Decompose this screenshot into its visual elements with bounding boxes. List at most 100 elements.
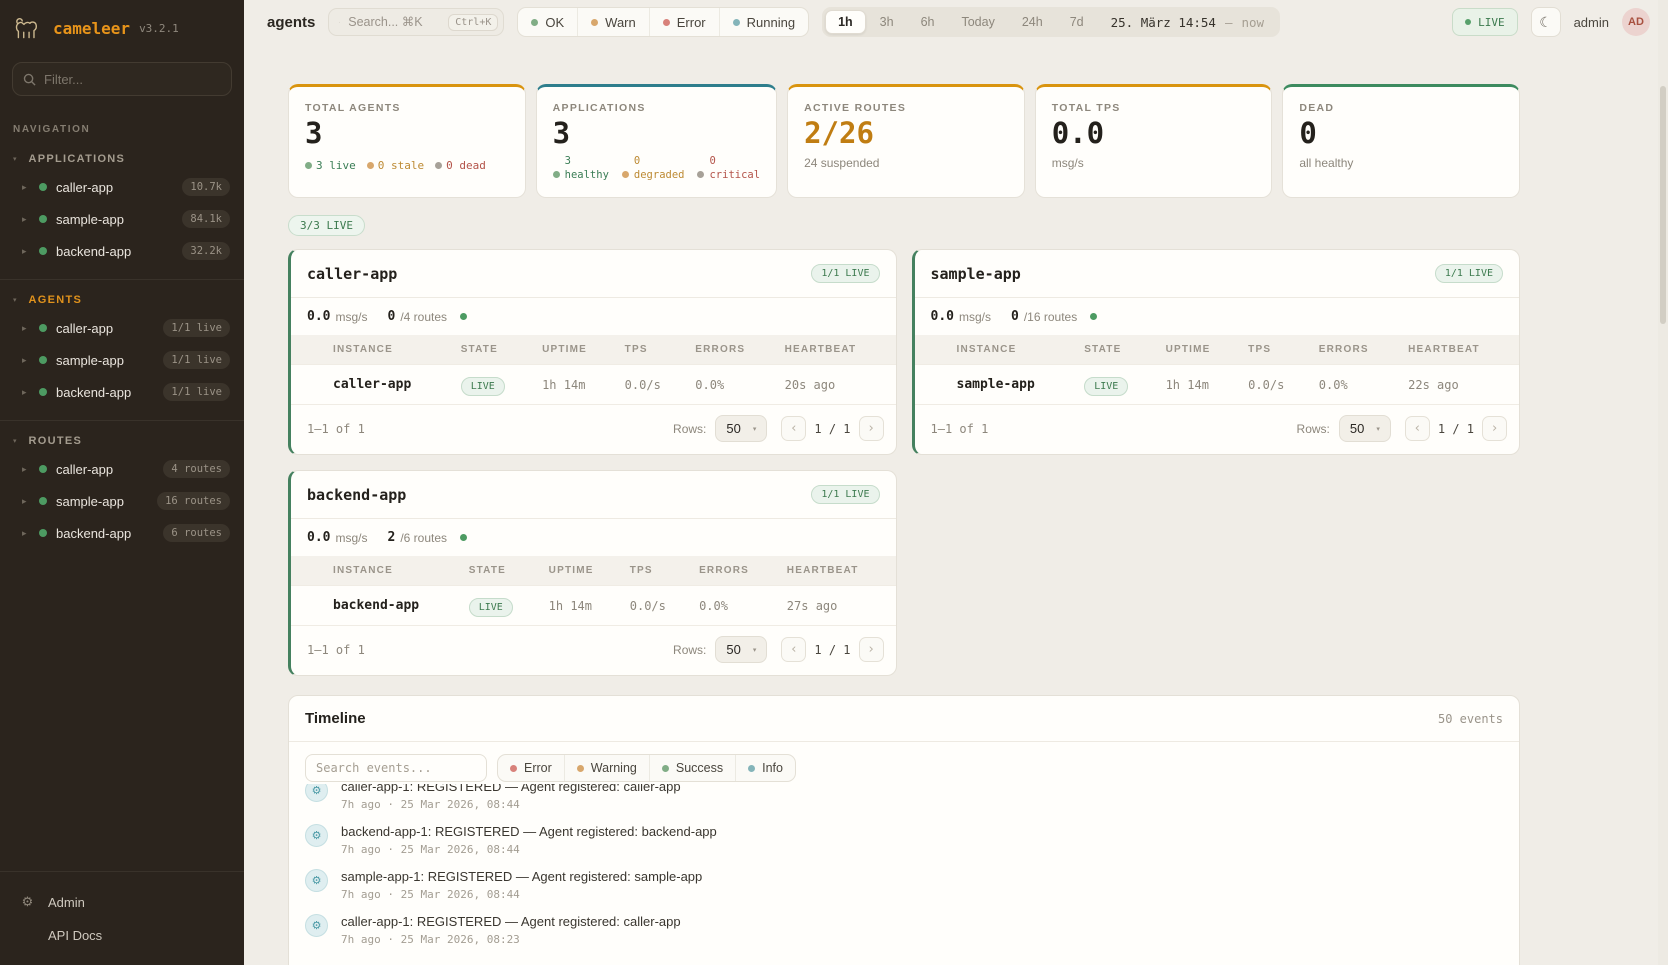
api-docs-label: API Docs [48,928,102,943]
col-instance: INSTANCE [325,335,453,365]
live-status-badge[interactable]: LIVE [1452,8,1518,36]
section-label: APPLICATIONS [29,153,126,165]
app-name: cameleer [53,19,130,38]
chevron-right-icon: ▸ [22,496,30,507]
main-area: agents Ctrl+K OK Warn Error Run [244,0,1668,965]
table-row[interactable]: caller-app LIVE 1h 14m 0.0/s 0.0% 20s ag… [291,365,896,405]
sidebar-section-routes: ▾ ROUTES ▸ caller-app 4 routes ▸ sample-… [0,420,244,557]
chevron-down-icon: ▾ [13,437,17,445]
live-dot-icon [1465,19,1471,25]
time-range-7d[interactable]: 7d [1057,10,1097,34]
breakdown-stale: 0 stale [378,159,424,172]
events-search-input[interactable] [305,754,487,782]
event-filter-info[interactable]: Info [735,755,795,781]
events-list[interactable]: ⚙ caller-app-1: REGISTERED — Agent regis… [289,784,1519,965]
filter-chip-error[interactable]: Error [649,8,719,36]
event-filter-warning[interactable]: Warning [564,755,649,781]
next-page-button[interactable]: › [859,416,884,441]
page-scrollbar[interactable] [1658,0,1668,965]
gear-icon: ⚙ [305,869,328,892]
time-range-1h[interactable]: 1h [825,10,866,34]
theme-toggle-button[interactable]: ☾ [1531,7,1561,37]
time-range-6h[interactable]: 6h [908,10,948,34]
tps-unit: msg/s [959,310,991,324]
sidebar-item-agents-backend-app[interactable]: ▸ backend-app 1/1 live [12,376,232,408]
sidebar-item-applications-backend-app[interactable]: ▸ backend-app 32.2k [12,235,232,267]
event-item[interactable]: ⚙ backend-app-1: REGISTERED — Agent regi… [305,824,1503,856]
errors-cell: 0.0% [691,586,779,626]
scrollbar-thumb[interactable] [1660,86,1666,324]
rows-per-page-select[interactable]: 50 ▾ [715,415,767,442]
tps-unit: msg/s [335,531,367,545]
live-count-badge: 1/1 LIVE [1435,264,1503,283]
time-range-today[interactable]: Today [948,10,1007,34]
col-errors: ERRORS [1311,335,1400,365]
stat-subtitle: 24 suspended [804,156,1008,170]
event-item[interactable]: ⚙ caller-app-1: REGISTERED — Agent regis… [305,914,1503,946]
prev-page-button[interactable]: ‹ [781,416,806,441]
time-range-3h[interactable]: 3h [867,10,907,34]
rows-label: Rows: [673,643,706,657]
event-filter-success[interactable]: Success [649,755,735,781]
event-timestamp: 7h ago · 25 Mar 2026, 08:44 [341,888,702,901]
search-icon [339,16,340,29]
global-search[interactable]: Ctrl+K [328,8,504,36]
time-range-24h[interactable]: 24h [1009,10,1056,34]
event-item[interactable]: ⚙ sample-app-1: REGISTERED — Agent regis… [305,869,1503,901]
table-row[interactable]: sample-app LIVE 1h 14m 0.0/s 0.0% 22s ag… [915,365,1520,405]
rows-per-page-select[interactable]: 50 ▾ [1339,415,1391,442]
sidebar-item-applications-caller-app[interactable]: ▸ caller-app 10.7k [12,171,232,203]
filter-chip-warn[interactable]: Warn [577,8,649,36]
event-title: backend-app-1: REGISTERED — Agent regist… [341,824,717,839]
sidebar-item-agents-sample-app[interactable]: ▸ sample-app 1/1 live [12,344,232,376]
app-card-caller-app: caller-app 1/1 LIVE 0.0 msg/s 0 /4 route… [288,249,897,455]
event-filter-error[interactable]: Error [498,755,564,781]
col-uptime: UPTIME [534,335,617,365]
sidebar-item-api-docs[interactable]: API Docs [12,920,232,951]
gear-icon: ⚙ [305,784,328,802]
section-header-routes[interactable]: ▾ ROUTES [12,431,232,453]
breakdown-num: 3 [565,154,609,168]
event-timestamp: 7h ago · 25 Mar 2026, 08:23 [341,933,681,946]
next-page-button[interactable]: › [1482,416,1507,441]
filter-input[interactable] [44,72,221,87]
content-scroll-area[interactable]: TOTAL AGENTS 3 3 live 0 stale 0 dead APP… [244,44,1668,965]
filter-chip-running[interactable]: Running [719,8,808,36]
prev-page-button[interactable]: ‹ [781,637,806,662]
logo[interactable]: cameleer v3.2.1 [0,0,244,52]
sidebar-item-routes-caller-app[interactable]: ▸ caller-app 4 routes [12,453,232,485]
avatar[interactable]: AD [1622,8,1650,36]
status-dot [39,388,47,396]
sidebar-item-routes-sample-app[interactable]: ▸ sample-app 16 routes [12,485,232,517]
page-indicator: 1 / 1 [814,422,850,436]
sidebar-item-agents-caller-app[interactable]: ▸ caller-app 1/1 live [12,312,232,344]
tps-value: 0.0 [307,309,330,324]
next-page-button[interactable]: › [859,637,884,662]
running-dot-icon [733,19,740,26]
filter-chip-ok[interactable]: OK [518,8,577,36]
page-indicator: 1 / 1 [1438,422,1474,436]
stat-label: TOTAL TPS [1052,102,1256,114]
prev-page-button[interactable]: ‹ [1405,416,1430,441]
sidebar-item-routes-backend-app[interactable]: ▸ backend-app 6 routes [12,517,232,549]
item-label: backend-app [56,244,173,259]
item-badge: 1/1 live [163,351,230,369]
sidebar-item-admin[interactable]: ⚙ Admin [12,886,232,918]
section-header-applications[interactable]: ▾ APPLICATIONS [12,149,232,171]
routes-value: 0 [1011,309,1019,324]
table-row[interactable]: backend-app LIVE 1h 14m 0.0/s 0.0% 27s a… [291,586,896,626]
live-count-badge: 1/1 LIVE [811,264,879,283]
section-header-agents[interactable]: ▾ AGENTS [12,290,232,312]
rows-per-page-select[interactable]: 50 ▾ [715,636,767,663]
sidebar-filter[interactable] [12,62,232,96]
item-label: sample-app [56,212,173,227]
search-input[interactable] [348,15,440,29]
warning-dot-icon [577,765,584,772]
event-item[interactable]: ⚙ caller-app-1: REGISTERED — Agent regis… [305,784,1503,811]
tps-unit: msg/s [335,310,367,324]
chevron-down-icon: ▾ [753,425,757,433]
row-range-label: 1–1 of 1 [307,643,673,657]
uptime-cell: 1h 14m [1158,365,1241,405]
event-filter-group: Error Warning Success Info [497,754,796,782]
sidebar-item-applications-sample-app[interactable]: ▸ sample-app 84.1k [12,203,232,235]
